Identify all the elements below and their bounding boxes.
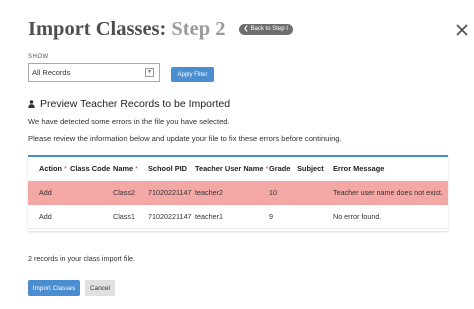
close-icon [456,24,468,36]
table-row: Add Class1 71020221147 teacher1 9 No err… [28,205,448,229]
import-classes-button[interactable]: Import Classes [28,280,80,296]
records-table: Action * Class Code Name * School PID Teac… [28,155,448,231]
cell-grade: 9 [269,212,273,221]
cell-grade: 10 [269,188,277,197]
review-instructions-message: Please review the information below and … [28,134,342,143]
preview-heading-text: Preview Teacher Records to be Imported [40,98,231,110]
column-header-name: Name * [113,164,139,173]
chevron-down-icon: ▼ [145,68,154,77]
errors-detected-message: We have detected some errors in the file… [28,117,230,126]
show-filter-value: All Records [32,68,71,77]
cell-name: Class1 [113,212,135,221]
page-title-step: Step 2 [171,18,226,40]
cell-error-message: No error found. [333,212,382,221]
column-header-error-message: Error Message [333,164,385,173]
cell-action: Add [39,212,52,221]
cell-teacher-user-name: teacher1 [195,212,223,221]
required-marker: * [265,164,269,173]
cell-error-message: Teacher user name does not exist. [333,188,443,197]
user-icon [28,100,35,108]
table-row: Add Class2 71020221147 teacher2 10 Teach… [28,181,448,205]
required-marker: * [135,164,139,173]
page-title-row: Import Classes: Step 2 ❮ Back to Step I [28,17,293,41]
close-button[interactable] [456,24,468,36]
column-header-grade: Grade [269,164,291,173]
apply-filter-button[interactable]: Apply Filter [171,67,214,82]
column-header-subject: Subject [297,164,324,173]
cell-school-pid: 71020221147 [148,188,192,197]
column-header-teacher-user-name: Teacher User Name * [195,164,269,173]
column-header-school-pid: School PID [148,164,188,173]
column-header-class-code: Class Code [70,164,111,173]
show-filter-label: SHOW [28,54,49,60]
required-marker: * [64,164,67,173]
cell-name: Class2 [113,188,135,197]
page-title: Import Classes: [28,18,167,40]
chevron-left-icon: ❮ [243,25,249,32]
show-filter-select[interactable]: All Records ▼ [28,63,160,82]
records-count-text: 2 records in your class import file. [28,254,136,263]
column-header-action: Action * [39,164,67,173]
preview-heading: Preview Teacher Records to be Imported [28,97,230,111]
table-header: Action * Class Code Name * School PID Teac… [28,157,448,181]
cell-school-pid: 71020221147 [148,212,192,221]
cell-teacher-user-name: teacher2 [195,188,223,197]
cell-action: Add [39,188,52,197]
back-to-step-label: Back to Step I [250,25,288,32]
back-to-step-button[interactable]: ❮ Back to Step I [239,23,293,35]
cancel-button[interactable]: Cancel [85,280,115,296]
